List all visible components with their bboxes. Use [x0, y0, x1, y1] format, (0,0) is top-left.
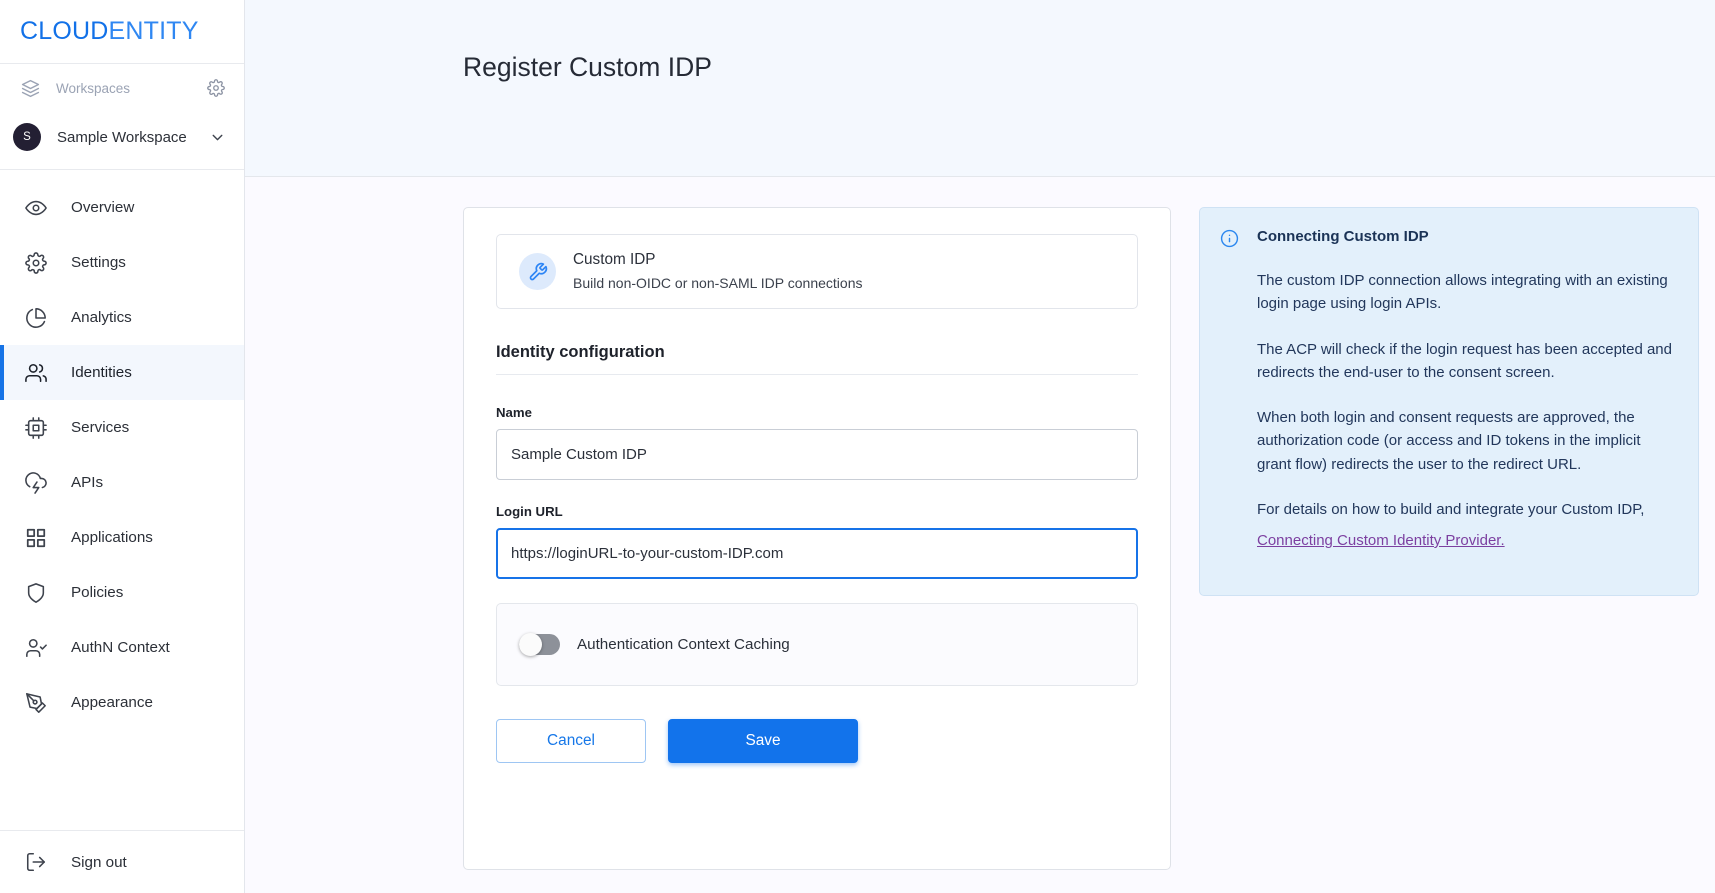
toggle-knob	[519, 633, 542, 656]
avatar: S	[13, 123, 41, 151]
eye-icon	[24, 196, 48, 220]
info-paragraph: When both login and consent requests are…	[1257, 409, 1641, 473]
info-paragraph: For details on how to build and integrat…	[1257, 500, 1645, 518]
sign-out-button[interactable]: Sign out	[0, 831, 244, 893]
logo-text-part1: CLOUD	[20, 17, 109, 45]
workspaces-label: Workspaces	[56, 80, 131, 96]
workspace-selector[interactable]: S Sample Workspace	[0, 112, 244, 162]
auth-context-caching-card: Authentication Context Caching	[496, 603, 1138, 686]
sign-out-label: Sign out	[71, 853, 127, 871]
login-url-field-label: Login URL	[496, 504, 563, 519]
pie-chart-icon	[24, 306, 48, 330]
auth-context-caching-label: Authentication Context Caching	[577, 636, 790, 653]
auth-context-caching-toggle[interactable]	[519, 633, 560, 656]
layers-icon	[20, 78, 40, 98]
sidebar: CLOUDENTITY Workspaces S Sample Workspac…	[0, 0, 245, 893]
section-divider	[496, 374, 1138, 375]
sidebar-item-identities[interactable]: Identities	[0, 345, 244, 400]
users-icon	[24, 361, 48, 385]
sidebar-item-overview[interactable]: Overview	[0, 180, 244, 235]
gear-icon	[24, 251, 48, 275]
workspaces-header: Workspaces	[0, 64, 244, 112]
save-button[interactable]: Save	[668, 719, 858, 763]
sidebar-item-authn-context[interactable]: AuthN Context	[0, 620, 244, 675]
grid-icon	[24, 526, 48, 550]
idp-type-texts: Custom IDP Build non-OIDC or non-SAML ID…	[573, 249, 862, 294]
info-icon	[1220, 229, 1240, 249]
brand-logo[interactable]: CLOUDENTITY	[0, 0, 244, 64]
sidebar-item-label: Appearance	[71, 694, 153, 711]
page-content: Custom IDP Build non-OIDC or non-SAML ID…	[245, 177, 1715, 893]
idp-type-banner: Custom IDP Build non-OIDC or non-SAML ID…	[496, 234, 1138, 309]
sidebar-item-apis[interactable]: APIs	[0, 455, 244, 510]
sidebar-item-label: Analytics	[71, 309, 132, 326]
logout-icon	[24, 850, 48, 874]
sidebar-item-label: Applications	[71, 529, 153, 546]
page-title: Register Custom IDP	[463, 52, 712, 82]
sidebar-item-label: APIs	[71, 474, 104, 491]
name-field-label: Name	[496, 405, 532, 420]
register-idp-form-card: Custom IDP Build non-OIDC or non-SAML ID…	[463, 207, 1171, 870]
idp-type-title: Custom IDP	[573, 250, 656, 268]
cloud-lightning-icon	[24, 471, 48, 495]
form-actions: Cancel Save	[496, 719, 1138, 763]
wrench-icon	[519, 253, 556, 290]
info-panel-body: The custom IDP connection allows integra…	[1220, 249, 1672, 550]
info-panel: Connecting Custom IDP The custom IDP con…	[1199, 207, 1699, 596]
idp-type-subtitle: Build non-OIDC or non-SAML IDP connectio…	[573, 274, 863, 291]
sidebar-item-applications[interactable]: Applications	[0, 510, 244, 565]
shield-icon	[24, 581, 48, 605]
page-header: Register Custom IDP	[245, 0, 1715, 177]
sidebar-nav: Overview Settings Analytics Identities S…	[0, 170, 244, 830]
sidebar-item-settings[interactable]: Settings	[0, 235, 244, 290]
login-url-input[interactable]: https://loginURL-to-your-custom-IDP.com	[496, 528, 1138, 579]
main-area: Register Custom IDP Custom IDP Build non…	[245, 0, 1715, 893]
gear-icon[interactable]	[206, 78, 226, 98]
pen-tool-icon	[24, 691, 48, 715]
app-root: CLOUDENTITY Workspaces S Sample Workspac…	[0, 0, 1715, 893]
sidebar-item-label: Identities	[71, 364, 132, 381]
logo-text: CLOUDENTITY	[20, 17, 199, 46]
workspace-name: Sample Workspace	[57, 128, 187, 146]
sidebar-item-appearance[interactable]: Appearance	[0, 675, 244, 730]
cancel-button[interactable]: Cancel	[496, 719, 646, 763]
info-paragraph: The custom IDP connection allows integra…	[1257, 272, 1668, 313]
chevron-down-icon[interactable]	[208, 128, 226, 146]
sidebar-footer: Sign out	[0, 830, 244, 893]
sidebar-item-services[interactable]: Services	[0, 400, 244, 455]
info-paragraph: The ACP will check if the login request …	[1257, 340, 1672, 381]
connecting-custom-identity-provider-link[interactable]: Connecting Custom Identity Provider.	[1257, 532, 1505, 549]
sidebar-item-label: Overview	[71, 199, 135, 216]
logo-text-part2: ENTITY	[108, 17, 199, 45]
sidebar-item-label: AuthN Context	[71, 639, 170, 656]
sidebar-item-label: Services	[71, 419, 130, 436]
sidebar-item-analytics[interactable]: Analytics	[0, 290, 244, 345]
info-panel-header: Connecting Custom IDP	[1220, 228, 1672, 249]
sidebar-item-policies[interactable]: Policies	[0, 565, 244, 620]
name-input[interactable]: Sample Custom IDP	[496, 429, 1138, 480]
sidebar-item-label: Policies	[71, 584, 124, 601]
sidebar-item-label: Settings	[71, 254, 126, 271]
user-check-icon	[24, 636, 48, 660]
section-title: Identity configuration	[496, 343, 665, 361]
info-panel-title: Connecting Custom IDP	[1257, 228, 1429, 245]
chip-icon	[24, 416, 48, 440]
